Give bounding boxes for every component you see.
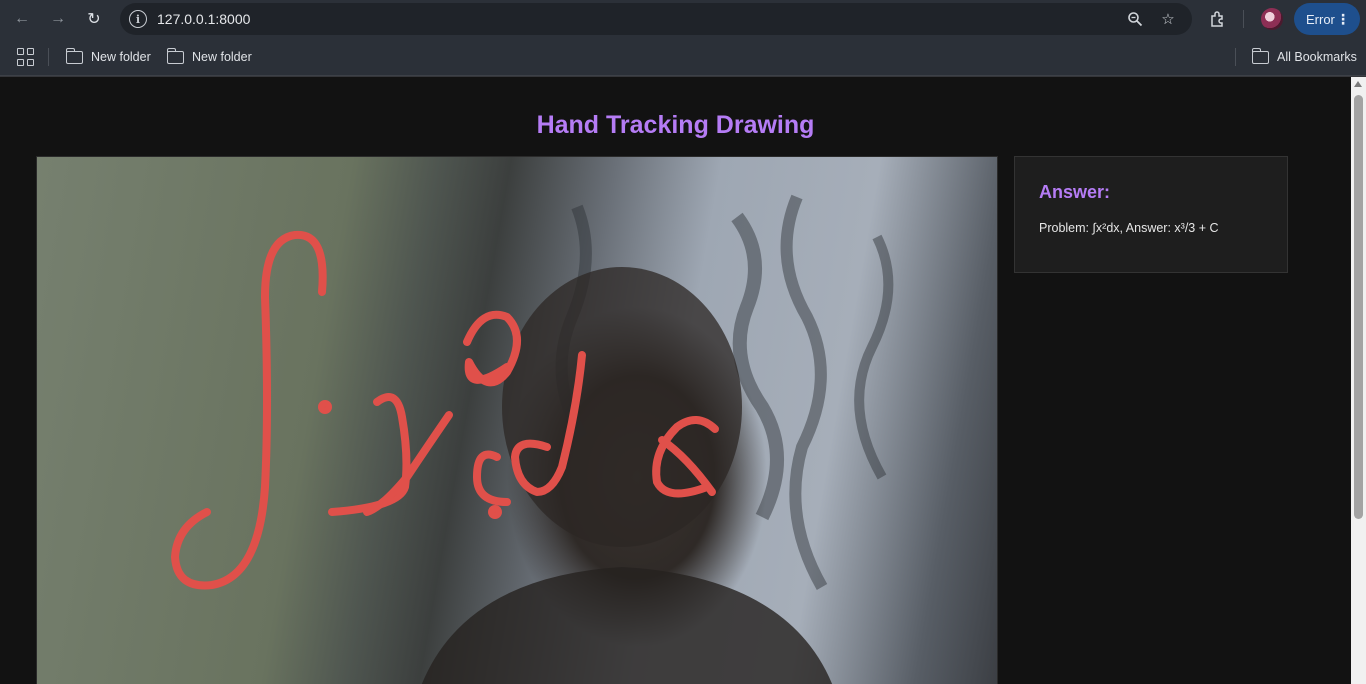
drawing-canvas — [171, 194, 894, 684]
bookmark-folder-label: New folder — [91, 50, 151, 64]
bookmark-folder-1[interactable]: New folder — [65, 47, 151, 66]
zoom-icon[interactable] — [1125, 9, 1145, 29]
all-bookmarks-label: All Bookmarks — [1277, 50, 1357, 64]
scroll-up-icon[interactable] — [1354, 81, 1362, 87]
extensions-icon[interactable] — [1207, 8, 1229, 30]
forward-icon[interactable]: → — [46, 7, 70, 31]
scroll-thumb[interactable] — [1354, 95, 1363, 519]
menu-dots-icon: ⋮ — [1336, 11, 1350, 27]
error-button[interactable]: Error ⋮ — [1294, 3, 1360, 35]
page-title: Hand Tracking Drawing — [536, 111, 815, 139]
bookmark-star-icon[interactable]: ☆ — [1158, 9, 1178, 29]
answer-text: Problem: ∫x²dx, Answer: x³/3 + C — [1039, 221, 1219, 235]
bookmarks-bar: New folder New folder All Bookmarks — [0, 38, 1366, 76]
page-content: Hand Tracking Drawing Answer: Problem: ∫… — [0, 77, 1351, 684]
reload-icon[interactable]: ↻ — [82, 7, 106, 31]
answer-card: Answer: Problem: ∫x²dx, Answer: x³/3 + C — [1014, 156, 1288, 273]
folder-icon — [166, 47, 184, 64]
browser-toolbar: ← → ↻ i 127.0.0.1:8000 ☆ Error ⋮ — [0, 0, 1366, 38]
apps-grid-icon[interactable] — [17, 48, 35, 66]
all-bookmarks-button[interactable]: All Bookmarks — [1251, 47, 1357, 66]
folder-icon — [1251, 47, 1269, 64]
folder-icon — [65, 47, 83, 64]
person-body — [421, 567, 833, 684]
page-scrollbar[interactable] — [1351, 77, 1366, 684]
url-text[interactable]: 127.0.0.1:8000 — [157, 11, 250, 27]
person-head — [502, 267, 742, 547]
bookmarks-separator — [48, 48, 49, 66]
address-bar[interactable]: i 127.0.0.1:8000 ☆ — [120, 3, 1192, 35]
browser-chrome: ← → ↻ i 127.0.0.1:8000 ☆ Error ⋮ New fol… — [0, 0, 1366, 77]
profile-avatar[interactable] — [1261, 8, 1283, 30]
site-info-icon[interactable]: i — [129, 10, 147, 28]
bookmark-folder-label: New folder — [192, 50, 252, 64]
error-label: Error — [1306, 11, 1335, 27]
webcam-video-feed — [36, 156, 998, 684]
back-icon[interactable]: ← — [10, 7, 34, 31]
answer-heading: Answer: — [1039, 182, 1111, 202]
toolbar-separator — [1243, 10, 1244, 28]
bookmarks-separator — [1235, 48, 1236, 66]
bookmark-folder-2[interactable]: New folder — [166, 47, 252, 66]
